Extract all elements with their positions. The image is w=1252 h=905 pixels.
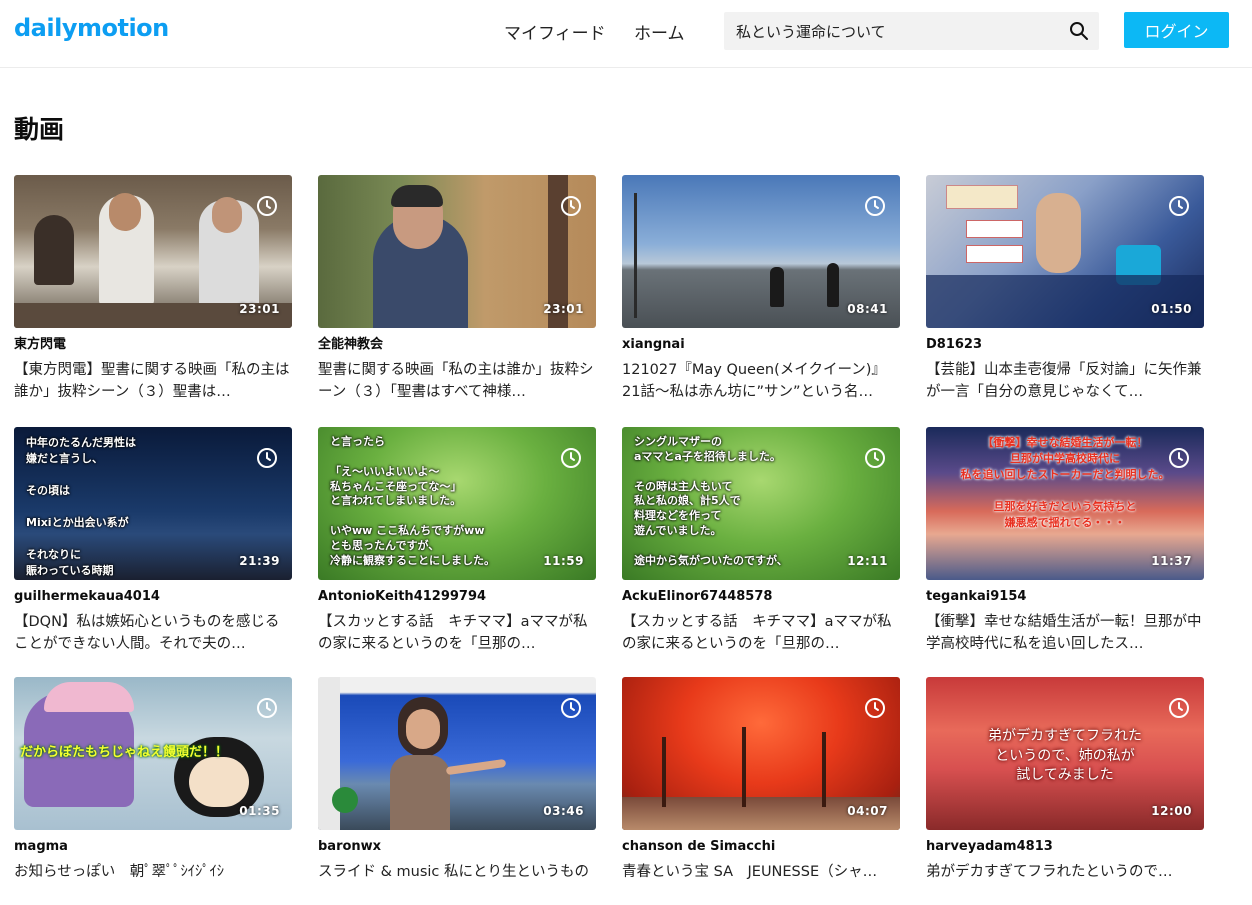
video-title[interactable]: 【芸能】山本圭壱復帰「反対論」に矢作兼が一言「自分の意見じゃなくて… <box>926 359 1204 403</box>
video-card[interactable]: 03:46 baronwx スライド & music 私にとり生というもの <box>318 677 596 905</box>
video-card[interactable]: 04:07 chanson de Simacchi 青春という宝 SA JEUN… <box>622 677 900 905</box>
watch-later-icon[interactable] <box>560 697 582 719</box>
channel-name[interactable]: baronwx <box>318 838 596 855</box>
channel-name[interactable]: magma <box>14 838 292 855</box>
watch-later-icon[interactable] <box>256 697 278 719</box>
watch-later-icon[interactable] <box>1168 697 1190 719</box>
video-title[interactable]: 【東方閃電】聖書に関する映画「私の主は誰か」抜粋シーン（３）聖書は… <box>14 359 292 403</box>
thumbnail-caption: 【衝撃】幸せな結婚生活が一転！ 旦那が中学高校時代に 私を追い回したストーカーだ… <box>960 436 1170 529</box>
video-title[interactable]: 121027『May Queen(メイクイーン)』21話～私は赤ん坊に”サン”と… <box>622 359 900 403</box>
video-thumbnail[interactable]: 08:41 <box>622 175 900 328</box>
video-duration: 03:46 <box>543 804 584 818</box>
watch-later-icon[interactable] <box>1168 447 1190 469</box>
video-duration: 04:07 <box>847 804 888 818</box>
video-card[interactable]: と言ったら 「え～いいよいいよ～ 私ちゃんこそ座ってな～」 と言われてしまいまし… <box>318 427 596 655</box>
channel-name[interactable]: D81623 <box>926 336 1204 353</box>
video-thumbnail[interactable]: だからぼたもちじゃねえ饅頭だ！！ 01:35 <box>14 677 292 830</box>
channel-name[interactable]: guilhermekaua4014 <box>14 588 292 605</box>
top-header: dailymotion マイフィード ホーム ログイン <box>0 0 1252 68</box>
channel-name[interactable]: tegankai9154 <box>926 588 1204 605</box>
watch-later-icon[interactable] <box>256 447 278 469</box>
video-title[interactable]: 弟がデカすぎてフラれたというので… <box>926 861 1204 905</box>
thumbnail-caption: と言ったら 「え～いいよいいよ～ 私ちゃんこそ座ってな～」 と言われてしまいまし… <box>330 435 495 567</box>
watch-later-icon[interactable] <box>864 697 886 719</box>
video-card[interactable]: 08:41 xiangnai 121027『May Queen(メイクイーン)』… <box>622 175 900 403</box>
video-duration: 12:00 <box>1151 804 1192 818</box>
video-title[interactable]: 【スカッとする話 キチママ】aママが私の家に来るというのを「旦那の… <box>622 611 900 655</box>
video-duration: 08:41 <box>847 302 888 316</box>
channel-name[interactable]: harveyadam4813 <box>926 838 1204 855</box>
section-title-videos: 動画 <box>14 115 65 144</box>
video-duration: 23:01 <box>239 302 280 316</box>
video-duration: 11:37 <box>1151 554 1192 568</box>
thumbnail-caption: 弟がデカすぎてフラれた というので、姉の私が 試してみました <box>988 728 1142 784</box>
video-card[interactable]: だからぼたもちじゃねえ饅頭だ！！ 01:35 magma お知らせっぽい 朝ﾟ翠… <box>14 677 292 905</box>
watch-later-icon[interactable] <box>1168 195 1190 217</box>
video-title[interactable]: お知らせっぽい 朝ﾟ翠ﾟﾟｼｲｼﾟｲｼ <box>14 861 292 905</box>
nav-home[interactable]: ホーム <box>634 19 685 44</box>
video-thumbnail[interactable]: 23:01 <box>14 175 292 328</box>
watch-later-icon[interactable] <box>560 447 582 469</box>
video-duration: 11:59 <box>543 554 584 568</box>
video-title[interactable]: 【DQN】私は嫉妬心というものを感じることができない人間。それで夫の… <box>14 611 292 655</box>
thumbnail-caption: だからぼたもちじゃねえ饅頭だ！！ <box>20 745 229 760</box>
video-title[interactable]: 【衝撃】幸せな結婚生活が一転！旦那が中学高校時代に私を追い回したス… <box>926 611 1204 655</box>
video-thumbnail[interactable]: 01:50 <box>926 175 1204 328</box>
channel-name[interactable]: AntonioKeith41299794 <box>318 588 596 605</box>
search-input[interactable] <box>736 12 1056 50</box>
video-duration: 01:35 <box>239 804 280 818</box>
video-thumbnail[interactable]: 中年のたるんだ男性は 嫌だと言うし、 その頃は Mixiとか出会い系が それなり… <box>14 427 292 580</box>
video-duration: 01:50 <box>1151 302 1192 316</box>
video-thumbnail[interactable]: シングルマザーの aママとa子を招待しました。 その時は主人もいて 私と私の娘、… <box>622 427 900 580</box>
nav-my-feed[interactable]: マイフィード <box>504 19 606 44</box>
video-duration: 23:01 <box>543 302 584 316</box>
video-thumbnail[interactable]: 弟がデカすぎてフラれた というので、姉の私が 試してみました 12:00 <box>926 677 1204 830</box>
video-card[interactable]: 01:50 D81623 【芸能】山本圭壱復帰「反対論」に矢作兼が一言「自分の意… <box>926 175 1204 403</box>
watch-later-icon[interactable] <box>256 195 278 217</box>
watch-later-icon[interactable] <box>864 447 886 469</box>
video-duration: 21:39 <box>239 554 280 568</box>
video-thumbnail[interactable]: 04:07 <box>622 677 900 830</box>
channel-name[interactable]: chanson de Simacchi <box>622 838 900 855</box>
video-card[interactable]: 弟がデカすぎてフラれた というので、姉の私が 試してみました 12:00 har… <box>926 677 1204 905</box>
video-title[interactable]: 聖書に関する映画「私の主は誰か」抜粋シーン（３）「聖書はすべて神様… <box>318 359 596 403</box>
video-title[interactable]: 青春という宝 SA JEUNESSE（シャ… <box>622 861 900 905</box>
dailymotion-logo[interactable]: dailymotion <box>14 14 169 42</box>
channel-name[interactable]: xiangnai <box>622 336 900 353</box>
video-card[interactable]: シングルマザーの aママとa子を招待しました。 その時は主人もいて 私と私の娘、… <box>622 427 900 655</box>
video-title[interactable]: 【スカッとする話 キチママ】aママが私の家に来るというのを「旦那の… <box>318 611 596 655</box>
video-duration: 12:11 <box>847 554 888 568</box>
thumbnail-caption: 中年のたるんだ男性は 嫌だと言うし、 その頃は Mixiとか出会い系が それなり… <box>26 436 136 577</box>
video-thumbnail[interactable]: 23:01 <box>318 175 596 328</box>
search-icon[interactable] <box>1069 21 1089 41</box>
video-card[interactable]: 【衝撃】幸せな結婚生活が一転！ 旦那が中学高校時代に 私を追い回したストーカーだ… <box>926 427 1204 655</box>
channel-name[interactable]: 東方閃電 <box>14 336 292 353</box>
video-card[interactable]: 中年のたるんだ男性は 嫌だと言うし、 その頃は Mixiとか出会い系が それなり… <box>14 427 292 655</box>
video-card[interactable]: 23:01 全能神教会 聖書に関する映画「私の主は誰か」抜粋シーン（３）「聖書は… <box>318 175 596 403</box>
channel-name[interactable]: AckuElinor67448578 <box>622 588 900 605</box>
search-bar <box>724 12 1099 50</box>
thumbnail-caption: シングルマザーの aママとa子を招待しました。 その時は主人もいて 私と私の娘、… <box>634 435 788 567</box>
channel-name[interactable]: 全能神教会 <box>318 336 596 353</box>
watch-later-icon[interactable] <box>560 195 582 217</box>
video-thumbnail[interactable]: と言ったら 「え～いいよいいよ～ 私ちゃんこそ座ってな～」 と言われてしまいまし… <box>318 427 596 580</box>
video-card[interactable]: 23:01 東方閃電 【東方閃電】聖書に関する映画「私の主は誰か」抜粋シーン（３… <box>14 175 292 403</box>
video-thumbnail[interactable]: 03:46 <box>318 677 596 830</box>
video-thumbnail[interactable]: 【衝撃】幸せな結婚生活が一転！ 旦那が中学高校時代に 私を追い回したストーカーだ… <box>926 427 1204 580</box>
login-button[interactable]: ログイン <box>1124 12 1229 48</box>
watch-later-icon[interactable] <box>864 195 886 217</box>
video-title[interactable]: スライド & music 私にとり生というもの <box>318 861 596 905</box>
